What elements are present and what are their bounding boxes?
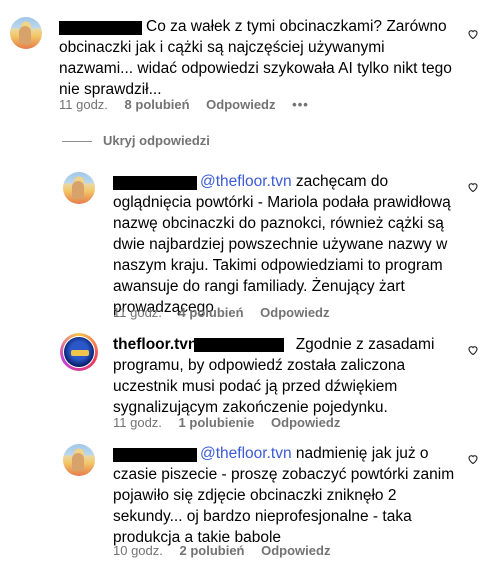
reply-button[interactable]: Odpowiedz: [206, 97, 275, 112]
avatar[interactable]: [63, 444, 95, 476]
mention-link[interactable]: @thefloor.tvn: [200, 173, 292, 190]
reply-meta: 11 godz. 1 polubienie Odpowiedz: [113, 415, 353, 430]
heart-icon[interactable]: [467, 28, 479, 40]
comment-time: 11 godz.: [113, 305, 162, 320]
likes-count-button[interactable]: 2 polubień: [180, 543, 245, 558]
comment-text: Co za wałek z tymi obcinaczkami? Zarówno…: [59, 18, 452, 98]
reply-button[interactable]: Odpowiedz: [260, 305, 329, 320]
likes-count-button[interactable]: 1 polubienie: [179, 415, 255, 430]
avatar[interactable]: [63, 172, 95, 204]
hide-replies-button[interactable]: Ukryj odpowiedzi: [103, 133, 210, 148]
reply-meta: 11 godz. 4 polubień Odpowiedz: [113, 305, 343, 320]
likes-count-button[interactable]: 8 polubień: [125, 97, 190, 112]
reply-text: thefloor.tvn Zgodnie z zasadami programu…: [113, 336, 435, 416]
heart-icon[interactable]: [467, 453, 479, 465]
mention-link[interactable]: @thefloor.tvn: [200, 445, 292, 462]
avatar[interactable]: [60, 333, 98, 371]
heart-icon[interactable]: [467, 344, 479, 356]
likes-count-button[interactable]: 4 polubień: [179, 305, 244, 320]
username-link[interactable]: thefloor.tvn: [113, 336, 197, 353]
tvn-logo-icon: [63, 336, 95, 368]
reply-meta: 10 godz. 2 polubień Odpowiedz: [113, 543, 343, 558]
divider: [62, 141, 92, 142]
avatar[interactable]: [10, 17, 42, 49]
reply-button[interactable]: Odpowiedz: [271, 415, 340, 430]
more-options-icon[interactable]: •••: [292, 97, 309, 112]
reply-text: @thefloor.tvn nadmienię jak już o czasie…: [113, 445, 455, 546]
reply-text: @thefloor.tvn zachęcam do oglądnięcia po…: [113, 173, 451, 316]
comment-time: 10 godz.: [113, 543, 163, 558]
comment-time: 11 godz.: [113, 415, 162, 430]
heart-icon[interactable]: [467, 181, 479, 193]
comment-meta: 11 godz. 8 polubień Odpowiedz •••: [59, 97, 322, 112]
comment-time: 11 godz.: [59, 97, 108, 112]
reply-button[interactable]: Odpowiedz: [261, 543, 330, 558]
